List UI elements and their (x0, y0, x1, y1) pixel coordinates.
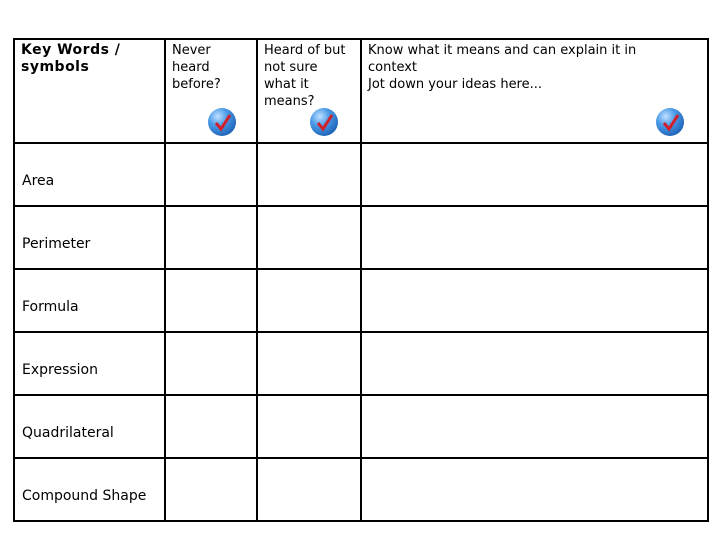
key-word: Area (22, 173, 55, 189)
heard-not-sure-cell[interactable] (256, 457, 362, 522)
table-row: Area (13, 142, 709, 207)
key-word: Expression (22, 362, 98, 378)
table-row: Perimeter (13, 205, 709, 270)
table-row: Compound Shape (13, 457, 709, 522)
key-word-cell: Area (13, 142, 166, 207)
key-word-cell: Expression (13, 331, 166, 396)
ideas-cell[interactable] (360, 142, 709, 207)
table-row: Formula (13, 268, 709, 333)
header-row: Key Words / symbols Never heard before? … (13, 38, 709, 144)
checkmark-globe-icon (656, 108, 684, 136)
ideas-cell[interactable] (360, 268, 709, 333)
key-word: Perimeter (22, 236, 91, 252)
ideas-cell[interactable] (360, 457, 709, 522)
never-heard-cell[interactable] (164, 457, 258, 522)
header-heard-not-sure: Heard of but not sure what it means? (256, 38, 362, 144)
ideas-cell[interactable] (360, 394, 709, 459)
never-heard-cell[interactable] (164, 394, 258, 459)
ideas-cell[interactable] (360, 331, 709, 396)
header-never-heard: Never heard before? (164, 38, 258, 144)
heard-not-sure-cell[interactable] (256, 394, 362, 459)
key-word-cell: Perimeter (13, 205, 166, 270)
header-know-meaning: Know what it means and can explain it in… (360, 38, 709, 144)
never-heard-cell[interactable] (164, 268, 258, 333)
heard-not-sure-cell[interactable] (256, 205, 362, 270)
never-heard-cell[interactable] (164, 142, 258, 207)
key-word: Formula (22, 299, 79, 315)
heard-not-sure-cell[interactable] (256, 268, 362, 333)
table-row: Quadrilateral (13, 394, 709, 459)
never-heard-cell[interactable] (164, 331, 258, 396)
ideas-cell[interactable] (360, 205, 709, 270)
key-word-cell: Quadrilateral (13, 394, 166, 459)
key-word: Compound Shape (22, 488, 147, 504)
checkmark-globe-icon (208, 108, 236, 136)
key-word-cell: Compound Shape (13, 457, 166, 522)
header-key-words: Key Words / symbols (13, 38, 166, 144)
key-word: Quadrilateral (22, 425, 114, 441)
key-word-cell: Formula (13, 268, 166, 333)
heard-not-sure-cell[interactable] (256, 142, 362, 207)
heard-not-sure-cell[interactable] (256, 331, 362, 396)
checkmark-globe-icon (310, 108, 338, 136)
key-words-table: Key Words / symbols Never heard before? … (13, 38, 709, 522)
never-heard-cell[interactable] (164, 205, 258, 270)
table-row: Expression (13, 331, 709, 396)
